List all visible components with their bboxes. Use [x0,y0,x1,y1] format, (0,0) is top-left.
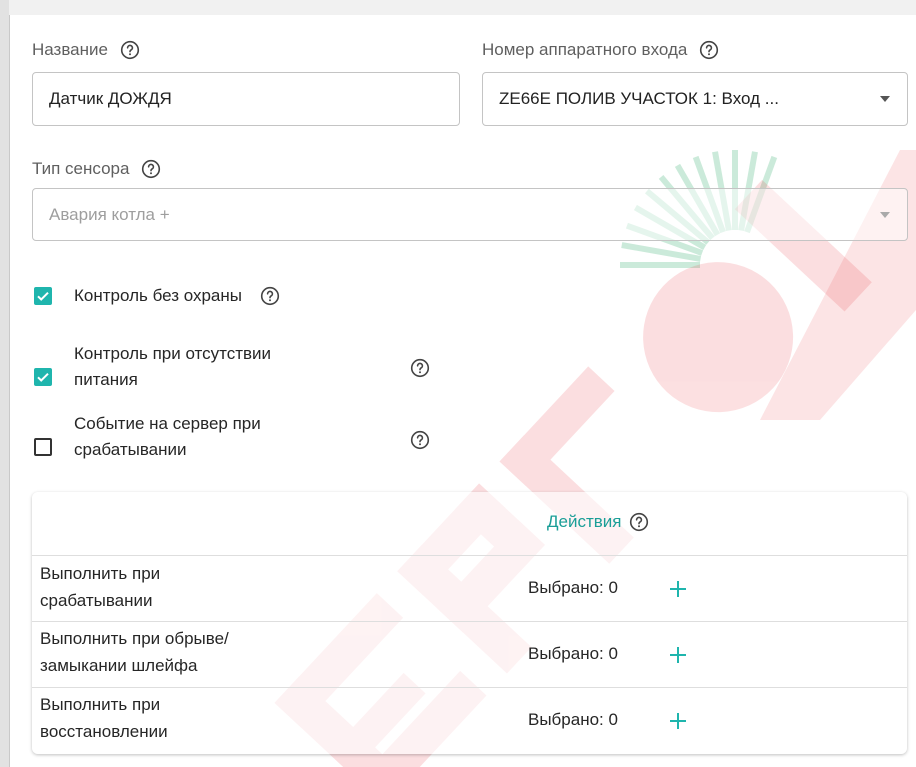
hardware-input-label-text: Номер аппаратного входа [482,40,688,59]
actions-help-icon[interactable] [629,512,649,532]
checkbox-label-line-2: питания [74,370,138,389]
action-selected-count: Выбрано: 0 [528,644,618,663]
window-edge-line [9,15,10,767]
checkbox-row-server-event[interactable]: Событие на сервер при срабатывании [34,411,430,463]
sensor-type-select[interactable]: Авария котла + [32,188,908,241]
sensor-type-placeholder: Авария котла + [49,204,170,224]
caret-down-icon [880,96,890,102]
window-top-border [0,0,916,15]
action-label-line-1: Выполнить при обрыве/ [40,629,229,648]
checkbox-server-event[interactable] [34,438,52,456]
checkbox-label-line-1: Контроль при отсутствии [74,344,272,363]
check-icon [37,372,49,382]
action-label-line-1: Выполнить при [40,695,161,714]
name-label: Название [32,40,140,60]
action-label: Выполнить при срабатывании [40,560,340,614]
checkbox-row-control-without-guard[interactable]: Контроль без охраны [34,283,280,309]
checkbox-control-no-power[interactable] [34,368,52,386]
table-row-on-break: Выполнить при обрыве/ замыкании шлейфа В… [32,621,907,687]
hardware-input-help-icon[interactable] [699,40,719,60]
action-label-line-2: восстановлении [40,722,168,741]
checkbox-label: Контроль без охраны [74,286,242,305]
name-input[interactable] [33,89,459,109]
help-icon[interactable] [410,358,430,378]
table-row-on-restore: Выполнить при восстановлении Выбрано: 0 [32,687,907,753]
table-row-on-trigger: Выполнить при срабатывании Выбрано: 0 [32,555,907,621]
name-help-icon[interactable] [120,40,140,60]
caret-down-icon [880,211,890,218]
action-selected-count: Выбрано: 0 [528,710,618,729]
actions-header: Действия [547,512,649,532]
check-icon [37,291,49,301]
action-label: Выполнить при восстановлении [40,691,340,745]
action-label: Выполнить при обрыве/ замыкании шлейфа [40,625,340,679]
checkbox-label-line-1: Событие на сервер при [74,414,261,433]
name-field[interactable] [32,72,460,126]
sensor-type-help-icon[interactable] [141,159,161,179]
actions-table: Действия Выполнить при срабатывании Выбр… [32,492,907,754]
action-label-line-2: срабатывании [40,591,153,610]
checkbox-row-control-no-power[interactable]: Контроль при отсутствии питания [34,341,430,393]
hardware-input-select[interactable]: ZE66E ПОЛИВ УЧАСТОК 1: Вход ... [482,72,908,126]
checkbox-control-without-guard[interactable] [34,287,52,305]
action-label-line-2: замыкании шлейфа [40,656,198,675]
plus-icon[interactable] [669,646,687,664]
checkbox-label: Контроль при отсутствии питания [74,341,374,393]
sensor-type-label: Тип сенсора [32,159,161,179]
help-icon[interactable] [260,286,280,306]
checkbox-label-line-2: срабатывании [74,440,187,459]
plus-icon[interactable] [669,712,687,730]
hardware-input-label: Номер аппаратного входа [482,40,719,60]
checkbox-label: Событие на сервер при срабатывании [74,411,374,463]
help-icon[interactable] [410,430,430,450]
name-label-text: Название [32,40,108,59]
actions-title: Действия [547,512,622,531]
action-selected-count: Выбрано: 0 [528,578,618,597]
sensor-type-label-text: Тип сенсора [32,159,130,178]
action-label-line-1: Выполнить при [40,564,161,583]
hardware-input-value: ZE66E ПОЛИВ УЧАСТОК 1: Вход ... [499,89,779,108]
plus-icon[interactable] [669,580,687,598]
window-left-border [0,0,9,767]
